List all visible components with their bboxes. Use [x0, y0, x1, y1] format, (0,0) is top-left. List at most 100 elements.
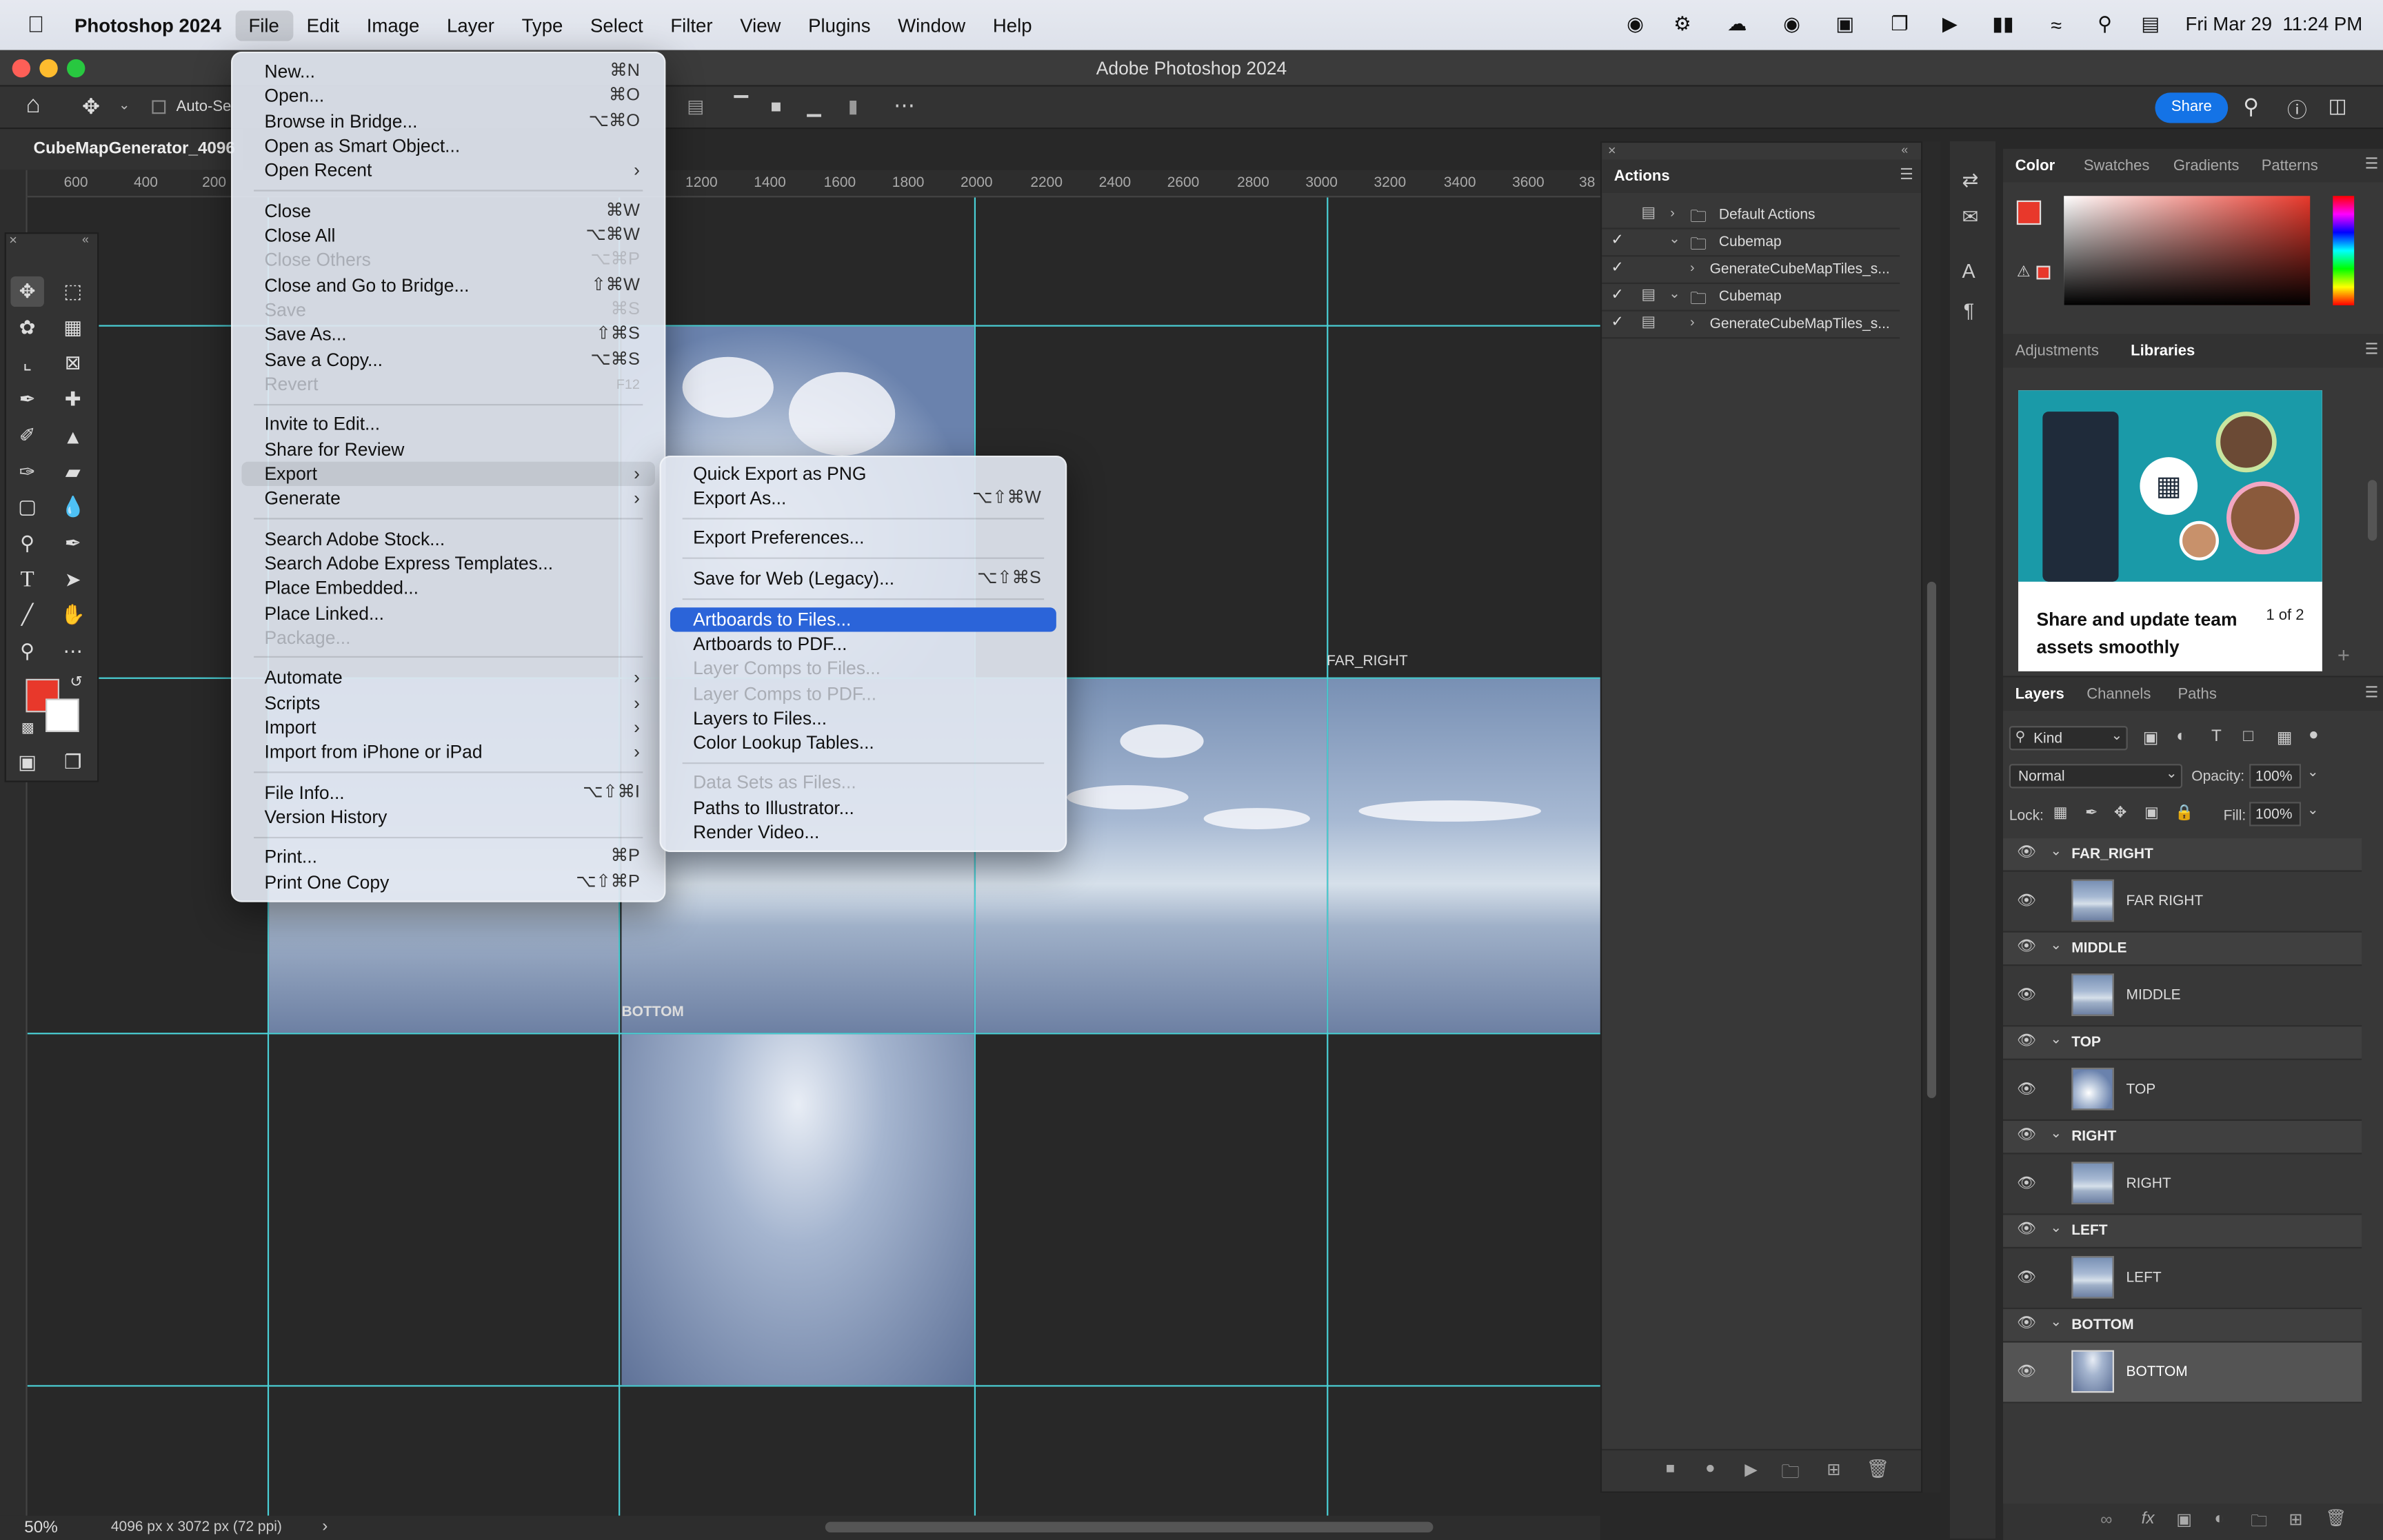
export-preferences[interactable]: Export Preferences...	[670, 525, 1056, 549]
filter-adjustment-icon[interactable]: ◐	[2176, 727, 2186, 745]
auto-select-checkbox[interactable]	[152, 100, 166, 114]
visibility-eye-icon[interactable]: 👁	[2017, 1082, 2036, 1098]
move-tool-icon[interactable]: ✥	[10, 276, 44, 307]
panel-menu-icon[interactable]: ☰	[2365, 685, 2379, 702]
cloud-icon[interactable]: ☁	[1725, 12, 1749, 37]
artboard-bottom-image[interactable]	[621, 1034, 974, 1386]
eyedropper-tool-icon[interactable]: ✒	[10, 384, 43, 414]
filter-smart-object-icon[interactable]: ▦	[2277, 727, 2293, 747]
toolbox-collapse-icon[interactable]: «	[82, 232, 89, 246]
lock-position-icon[interactable]: ✥	[2114, 805, 2126, 822]
file-menu-print[interactable]: Print... ⌘P	[241, 844, 655, 869]
file-menu-save-copy[interactable]: Save a Copy... ⌥⌘S	[241, 348, 655, 372]
tab-actions[interactable]: Actions	[1614, 169, 1670, 185]
close-window-button[interactable]	[12, 59, 31, 78]
color-picker-field[interactable]	[2064, 196, 2311, 305]
zoom-tool-icon[interactable]: ⚲	[10, 636, 43, 667]
align-top-icon[interactable]: ▔	[734, 96, 748, 117]
promo-pager[interactable]: 1 of 2	[2266, 607, 2304, 624]
status-icon-1[interactable]: ◉	[1623, 12, 1647, 37]
align-icon[interactable]: ▤	[687, 96, 704, 117]
add-icon[interactable]: +	[2337, 642, 2350, 667]
file-menu-open-recent[interactable]: Open Recent ›	[241, 158, 655, 182]
panel-menu-icon[interactable]: ☰	[2365, 156, 2379, 173]
menu-image[interactable]: Image	[353, 10, 433, 40]
file-menu-open-smart-object[interactable]: Open as Smart Object...	[241, 134, 655, 158]
stamp-tool-icon[interactable]: ▲	[57, 421, 90, 451]
battery-icon[interactable]: ▮▮	[1987, 12, 2020, 37]
line-tool-icon[interactable]: ╱	[10, 600, 43, 630]
frame-tool-icon[interactable]: ⊠	[57, 348, 90, 378]
layer-group-row[interactable]: 👁 ⌄ TOP	[2003, 1026, 2362, 1060]
file-menu-scripts[interactable]: Scripts ›	[241, 691, 655, 715]
brush-tool-icon[interactable]: ✐	[10, 421, 43, 451]
screen-mode-icon[interactable]: ❐	[57, 747, 90, 778]
background-color-swatch[interactable]	[46, 698, 79, 732]
visibility-eye-icon[interactable]: 👁	[2017, 1127, 2036, 1144]
share-button[interactable]: Share	[2155, 92, 2229, 123]
action-row[interactable]: ✓ ▤ ⌄ 🗀 Cubemap	[1602, 284, 1900, 312]
distribute-icon[interactable]: ▮	[848, 96, 858, 117]
wifi-icon[interactable]: ≈	[2044, 12, 2069, 37]
hand-tool-icon[interactable]: ✋	[57, 600, 90, 630]
control-center-icon[interactable]: ▤	[2138, 12, 2162, 37]
layer-group-row[interactable]: 👁 ⌄ LEFT	[2003, 1215, 2362, 1249]
status-icon-4[interactable]: ▣	[1833, 12, 1857, 37]
add-mask-icon[interactable]: ▣	[2176, 1510, 2192, 1529]
file-menu-save-as[interactable]: Save As... ⇧⌘S	[241, 322, 655, 346]
chevron-down-icon[interactable]: ⌄	[2050, 1126, 2062, 1142]
toolbox-close-icon[interactable]: ×	[9, 232, 17, 247]
layer-row[interactable]: 👁 TOP	[2003, 1060, 2362, 1121]
default-colors-icon[interactable]: ▩	[21, 720, 34, 736]
visibility-eye-icon[interactable]: 👁	[2017, 1270, 2036, 1286]
blend-mode-select[interactable]: Normal ⌄	[2009, 764, 2183, 789]
file-menu-search-express[interactable]: Search Adobe Express Templates...	[241, 551, 655, 576]
export-as[interactable]: Export As... ⌥⇧⌘W	[670, 486, 1056, 510]
filter-shape-icon[interactable]: □	[2243, 727, 2253, 745]
filter-pixel-icon[interactable]: ▣	[2143, 727, 2159, 747]
type-tool-icon[interactable]: T	[10, 565, 43, 596]
visibility-eye-icon[interactable]: 👁	[2017, 844, 2036, 861]
expand-icon[interactable]: ⌄	[1669, 285, 1680, 302]
fill-input[interactable]: 100%	[2249, 802, 2302, 827]
history-brush-tool-icon[interactable]: ✑	[10, 457, 43, 487]
home-icon[interactable]: ⌂	[26, 92, 40, 120]
tab-patterns[interactable]: Patterns	[2262, 158, 2318, 174]
menu-file[interactable]: File	[234, 10, 293, 41]
chevron-down-icon[interactable]: ⌄	[2050, 1314, 2062, 1330]
tab-channels[interactable]: Channels	[2087, 687, 2151, 703]
history-icon[interactable]: ⇄	[1962, 169, 1978, 193]
file-menu-file-info[interactable]: File Info... ⌥⇧⌘I	[241, 780, 655, 804]
quick-mask-icon[interactable]: ▣	[10, 747, 43, 778]
new-layer-icon[interactable]: ⊞	[2289, 1510, 2302, 1529]
lock-artboard-icon[interactable]: ▣	[2144, 805, 2159, 822]
document-tab[interactable]: CubeMapGenerator_4096	[0, 129, 243, 170]
action-row[interactable]: ▤ › 🗀 Default Actions	[1602, 202, 1900, 230]
pen-tool-icon[interactable]: ✒	[57, 529, 90, 559]
tab-paths[interactable]: Paths	[2178, 687, 2216, 703]
hue-slider[interactable]	[2333, 196, 2355, 305]
visibility-eye-icon[interactable]: 👁	[2017, 893, 2036, 909]
filter-toggle-icon[interactable]: ●	[2309, 726, 2319, 744]
status-icon-3[interactable]: ◉	[1780, 12, 1804, 37]
export-color-lookup[interactable]: Color Lookup Tables...	[670, 731, 1056, 755]
file-menu-print-one-copy[interactable]: Print One Copy ⌥⇧⌘P	[241, 870, 655, 894]
chevron-down-icon[interactable]: ⌄	[2050, 843, 2062, 860]
artboard-far-right-image[interactable]	[1328, 678, 1600, 1033]
visibility-eye-icon[interactable]: 👁	[2017, 939, 2036, 955]
visibility-eye-icon[interactable]: 👁	[2017, 1221, 2036, 1237]
file-menu-generate[interactable]: Generate ›	[241, 486, 655, 510]
play-icon[interactable]: ▶	[1938, 12, 1962, 37]
export-layer-comps-pdf[interactable]: Layer Comps to PDF...	[670, 682, 1056, 706]
layer-group-row[interactable]: 👁 ⌄ MIDDLE	[2003, 932, 2362, 966]
layer-row[interactable]: 👁 MIDDLE	[2003, 966, 2362, 1027]
file-menu-open[interactable]: Open... ⌘O	[241, 83, 655, 108]
layer-row[interactable]: 👁 LEFT	[2003, 1248, 2362, 1310]
path-select-tool-icon[interactable]: ➤	[57, 565, 90, 596]
expand-icon[interactable]: ›	[1670, 205, 1675, 220]
check-icon[interactable]: ✓	[1611, 314, 1623, 331]
file-menu-close[interactable]: Close ⌘W	[241, 199, 655, 223]
visibility-eye-icon[interactable]: 👁	[2017, 987, 2036, 1004]
layer-row[interactable]: 👁 FAR RIGHT	[2003, 872, 2362, 933]
trash-icon[interactable]: 🗑	[2325, 1508, 2346, 1528]
